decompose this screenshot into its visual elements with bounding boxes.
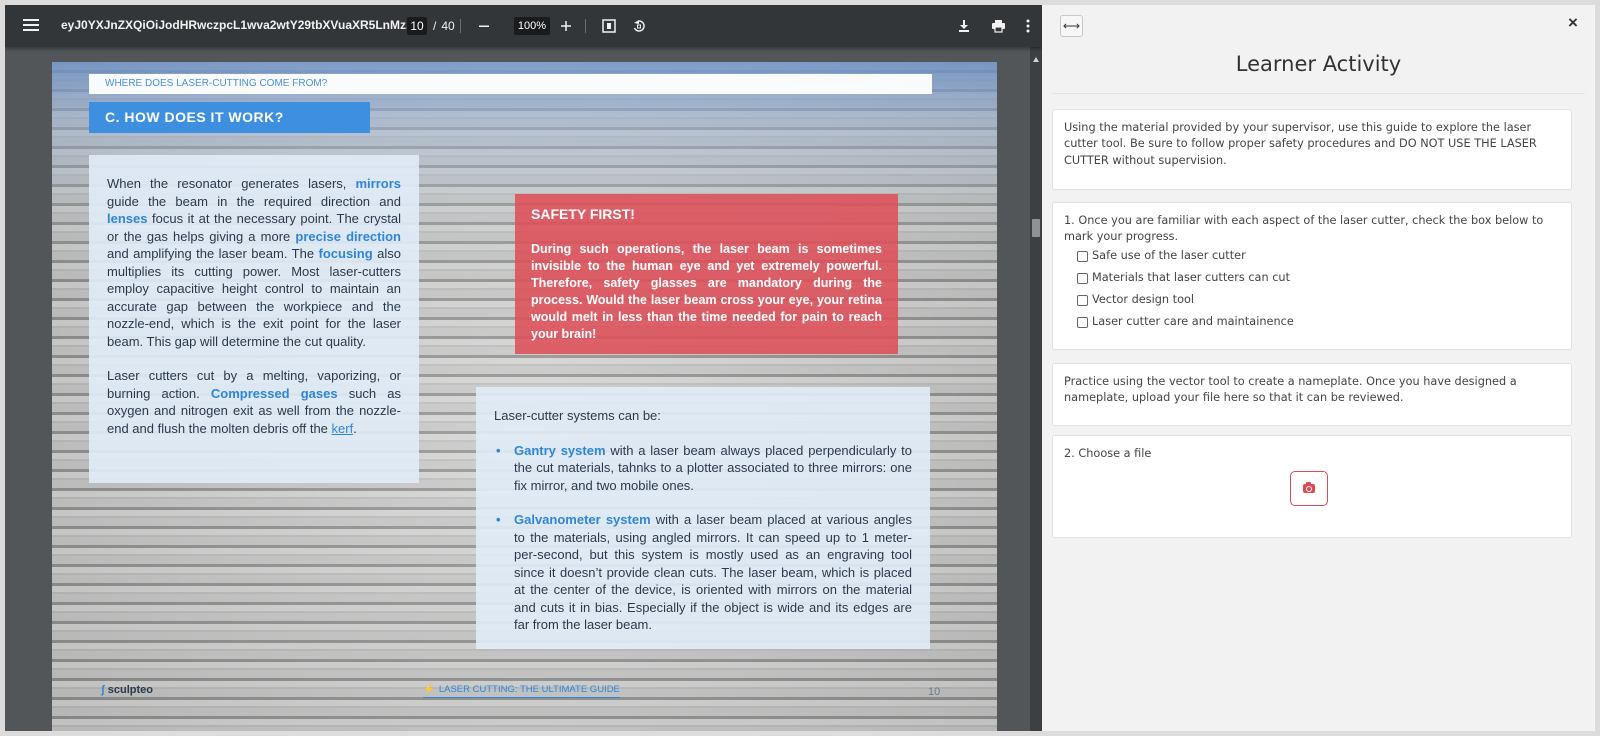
practice-text: Practice using the vector tool to create… — [1064, 375, 1517, 405]
page-number-input[interactable]: 10 — [407, 17, 427, 35]
download-button[interactable] — [954, 16, 974, 36]
scroll-up-arrow[interactable] — [1033, 57, 1039, 62]
menu-icon[interactable] — [21, 16, 41, 36]
page-total: 40 — [441, 19, 455, 33]
safety-box: SAFETY FIRST! During such operations, th… — [515, 194, 898, 354]
choose-file-button[interactable] — [1290, 471, 1328, 506]
expand-button[interactable]: ⟷ — [1060, 15, 1083, 37]
scrollbar-thumb[interactable] — [1032, 219, 1040, 237]
fit-page-button[interactable] — [599, 16, 619, 36]
more-options-button[interactable] — [1018, 16, 1038, 36]
system-name: Gantry system — [514, 442, 606, 458]
sculpteo-logo: ʃ sculpteo — [101, 684, 153, 696]
checkbox-label: Laser cutter care and maintainence — [1092, 315, 1294, 329]
section-title: C. HOW DOES IT WORK? — [89, 102, 370, 133]
rotate-button[interactable] — [629, 16, 649, 36]
print-icon — [991, 20, 1005, 33]
pdf-viewer: eyJ0YXJnZXQiOiJodHRwczpcL1wva2wtY29tbXVu… — [5, 5, 1042, 731]
highlight-mirrors: mirrors — [355, 176, 401, 191]
checklist-item[interactable]: Materials that laser cutters can cut — [1077, 268, 1560, 290]
highlight-focusing: focusing — [318, 246, 373, 261]
checklist-card: 1. Once you are familiar with each aspec… — [1052, 202, 1572, 350]
checklist-item[interactable]: Vector design tool — [1077, 290, 1560, 312]
practice-card: Practice using the vector tool to create… — [1052, 363, 1572, 426]
highlight-compressed-gases: Compressed gases — [210, 385, 338, 401]
plus-icon — [561, 21, 571, 31]
pdf-page: WHERE DOES LASER-CUTTING COME FROM? C. H… — [52, 62, 997, 731]
download-icon — [959, 20, 969, 32]
minus-icon — [479, 25, 489, 27]
footer-page-number: 10 — [928, 686, 941, 698]
learner-activity-panel: ⟷ × Learner Activity Using the material … — [1042, 5, 1595, 731]
paragraph-resonator: When the resonator generates lasers, mir… — [107, 176, 401, 349]
close-button[interactable]: × — [1568, 13, 1578, 33]
question-2: 2. Choose a file — [1064, 447, 1152, 460]
checkbox-label: Vector design tool — [1092, 293, 1195, 307]
systems-intro: Laser-cutter systems can be: — [494, 408, 661, 423]
list-item: Gantry system with a laser beam always p… — [494, 442, 912, 495]
systems-box: Laser-cutter systems can be: Gantry syst… — [476, 387, 930, 649]
system-name: Galvanometer system — [514, 512, 651, 527]
highlight-precise-direction: precise direction — [295, 228, 401, 244]
question-1: 1. Once you are familiar with each aspec… — [1064, 214, 1544, 244]
scrollbar[interactable] — [1030, 47, 1042, 731]
list-item: Galvanometer system with a laser beam pl… — [494, 511, 912, 634]
close-icon: × — [1568, 13, 1578, 32]
page-separator: / — [433, 19, 437, 33]
panel-title: Learner Activity — [1235, 52, 1402, 76]
checkbox-label: Materials that laser cutters can cut — [1092, 271, 1291, 285]
camera-icon — [1303, 482, 1315, 493]
paragraph-cutting-action: Laser cutters cut by a melting, vaporizi… — [107, 368, 401, 436]
checkbox-label: Safe use of the laser cutter — [1092, 249, 1246, 263]
zoom-in-button[interactable] — [556, 16, 576, 36]
safety-title: SAFETY FIRST! — [531, 206, 635, 222]
footer-title: ⚡ LASER CUTTING: THE ULTIMATE GUIDE — [423, 684, 620, 698]
rotate-icon — [633, 20, 645, 32]
checkbox[interactable] — [1077, 295, 1088, 307]
zoom-level-input[interactable]: 100% — [514, 17, 550, 35]
divider — [1052, 93, 1585, 94]
kerf-link[interactable]: kerf — [332, 421, 354, 436]
systems-list: Gantry system with a laser beam always p… — [494, 442, 912, 634]
checkbox[interactable] — [1077, 317, 1088, 329]
checklist-item[interactable]: Safe use of the laser cutter — [1077, 246, 1560, 268]
more-vertical-icon — [1026, 19, 1030, 33]
fit-page-icon — [602, 19, 616, 33]
highlight-lenses: lenses — [107, 211, 148, 226]
safety-text: During such operations, the laser beam i… — [531, 242, 882, 341]
toolbar-divider — [585, 19, 586, 33]
pdf-toolbar: eyJ0YXJnZXQiOiJodHRwczpcL1wva2wtY29tbXVu… — [5, 5, 1042, 47]
file-title: eyJ0YXJnZXQiOiJodHRwczpcL1wva2wtY29tbXVu… — [61, 18, 416, 32]
checkbox[interactable] — [1077, 251, 1088, 263]
toolbar-divider — [460, 19, 461, 33]
page-header: WHERE DOES LASER-CUTTING COME FROM? — [89, 74, 932, 94]
how-it-works-box: When the resonator generates lasers, mir… — [89, 155, 419, 483]
print-button[interactable] — [988, 16, 1008, 36]
intro-text: Using the material provided by your supe… — [1064, 121, 1537, 167]
page-indicator: 10 / 40 — [407, 16, 455, 36]
intro-card: Using the material provided by your supe… — [1052, 109, 1572, 190]
checklist-item[interactable]: Laser cutter care and maintainence — [1077, 312, 1560, 334]
expand-icon: ⟷ — [1062, 19, 1081, 33]
zoom-out-button[interactable] — [474, 16, 494, 36]
checkbox[interactable] — [1077, 273, 1088, 285]
upload-card: 2. Choose a file — [1052, 435, 1572, 538]
